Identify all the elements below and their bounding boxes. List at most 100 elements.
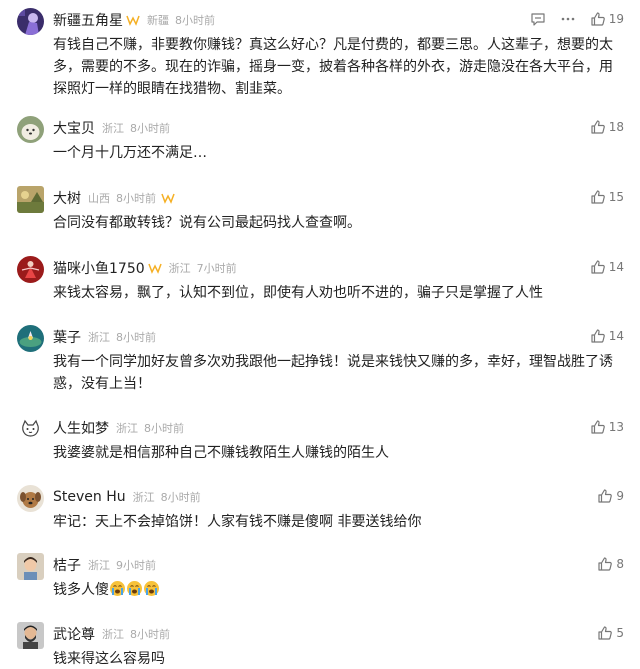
comment-item: 新疆五角星 新疆 8小时前 19 有钱自己不赚，非要教你赚钱？真这么好心？凡是付…	[0, 0, 640, 110]
brown-dog-avatar[interactable]	[17, 485, 44, 512]
landscape-avatar[interactable]	[17, 186, 44, 213]
thumbs-up-icon	[591, 329, 605, 343]
thumbs-up-icon	[598, 626, 613, 640]
comment-actions: 15	[590, 187, 624, 207]
like-button[interactable]: 8	[597, 556, 624, 572]
like-count: 18	[608, 120, 624, 134]
username[interactable]: 大树	[53, 188, 81, 208]
like-count: 14	[608, 260, 624, 274]
location: 浙江	[88, 559, 110, 572]
location: 浙江	[168, 262, 191, 275]
like-button[interactable]: 5	[597, 625, 624, 641]
username[interactable]: 猫咪小鱼1750	[53, 258, 145, 278]
comment-header: 桔子 浙江 9小时前	[53, 554, 156, 576]
vip-badge-icon	[126, 15, 140, 26]
comment-item: 葉子 浙江 8小时前 14 我有一个同学加好友曾多次劝我跟他一起挣钱！说是来钱快…	[0, 317, 640, 409]
like-count: 19	[608, 12, 624, 26]
comment-actions: 14	[590, 326, 624, 346]
username[interactable]: 葉子	[53, 327, 81, 347]
comment-header: 猫咪小鱼1750 浙江 7小时前	[53, 257, 237, 279]
comment-header: Steven Hu 浙江 8小时前	[53, 486, 201, 508]
comment-item: 人生如梦 浙江 8小时前 13 我婆婆就是相信那种自己不赚钱教陌生人赚钱的陌生人	[0, 408, 640, 480]
location: 浙江	[132, 491, 155, 504]
comment-actions: 8	[597, 554, 624, 574]
location: 浙江	[102, 628, 124, 641]
child-photo-avatar[interactable]	[17, 553, 44, 580]
vip-badge-icon	[147, 263, 162, 274]
comment-actions: 5	[597, 623, 624, 643]
timestamp: 8小时前	[116, 192, 156, 205]
comment-item: Steven Hu 浙江 8小时前 9 牢记：天上不会掉馅饼！人家有钱不赚是傻啊…	[0, 477, 640, 547]
thumbs-up-icon	[591, 12, 605, 26]
comment-list: 新疆五角星 新疆 8小时前 19 有钱自己不赚，非要教你赚钱？真这么好心？凡是付…	[0, 0, 640, 669]
thumbs-up-icon	[598, 489, 613, 503]
more-dots-icon[interactable]	[560, 11, 576, 27]
red-dancer-avatar[interactable]	[17, 256, 44, 283]
comment-text: 钱多人傻	[53, 579, 623, 601]
thumbs-up-icon	[598, 557, 613, 571]
comment-text: 我有一个同学加好友曾多次劝我跟他一起挣钱！说是来钱快又赚的多，幸好，理智战胜了诱…	[53, 354, 613, 392]
timestamp: 8小时前	[160, 491, 201, 504]
like-button[interactable]: 18	[590, 119, 624, 135]
comment-item: 大宝贝 浙江 8小时前 18 一个月十几万还不满足…	[0, 108, 640, 178]
location: 浙江	[102, 122, 124, 135]
comment-header: 大宝贝 浙江 8小时前	[53, 117, 170, 139]
username[interactable]: 武论尊	[53, 624, 95, 644]
white-puppy-avatar[interactable]	[17, 116, 44, 143]
like-count: 8	[616, 557, 624, 571]
like-count: 5	[616, 626, 624, 640]
comment-actions: 14	[590, 257, 624, 277]
like-button[interactable]: 19	[590, 11, 624, 27]
crying-face-emoji	[144, 581, 159, 596]
vip-badge-icon	[161, 193, 175, 204]
location: 浙江	[116, 422, 138, 435]
comment-header: 葉子 浙江 8小时前	[53, 326, 156, 348]
username[interactable]: 大宝贝	[53, 118, 95, 138]
comment-header: 大树 山西 8小时前	[53, 187, 175, 209]
comment-actions: 19	[516, 9, 624, 29]
comment-item: 猫咪小鱼1750 浙江 7小时前 14 来钱太容易，飘了，认知不到位，即使有人劝…	[0, 248, 640, 318]
timestamp: 8小时前	[130, 628, 170, 641]
location: 山西	[88, 192, 110, 205]
comment-bubble-icon[interactable]	[530, 11, 546, 27]
comment-header: 新疆五角星 新疆 8小时前	[53, 9, 215, 31]
like-button[interactable]: 14	[590, 328, 624, 344]
comment-actions: 9	[597, 486, 624, 506]
location: 新疆	[147, 14, 169, 27]
purple-figure-avatar[interactable]	[17, 8, 44, 35]
comment-text-content: 钱多人傻	[53, 582, 109, 598]
like-button[interactable]: 15	[590, 189, 624, 205]
cartoon-cat-avatar[interactable]	[17, 416, 44, 443]
timestamp: 8小时前	[144, 422, 184, 435]
location: 浙江	[88, 331, 110, 344]
timestamp: 8小时前	[130, 122, 170, 135]
comment-actions: 13	[590, 417, 624, 437]
username[interactable]: Steven Hu	[53, 489, 126, 505]
thumbs-up-icon	[591, 120, 605, 134]
username[interactable]: 新疆五角星	[53, 10, 123, 30]
thumbs-up-icon	[591, 420, 605, 434]
comment-text: 牢记：天上不会掉馅饼！人家有钱不赚是傻啊 非要送钱给你	[53, 514, 422, 530]
comment-item: 大树 山西 8小时前 15 合同没有都敢转钱？说有公司最起码找人查查啊。	[0, 178, 640, 248]
like-button[interactable]: 14	[590, 259, 624, 275]
comment-text: 钱来得这么容易吗	[53, 651, 165, 667]
comment-item: 桔子 浙江 9小时前 8 钱多人傻	[0, 545, 640, 617]
timestamp: 8小时前	[116, 331, 156, 344]
like-button[interactable]: 9	[597, 488, 624, 504]
timestamp: 7小时前	[196, 262, 237, 275]
username[interactable]: 桔子	[53, 555, 81, 575]
comment-header: 武论尊 浙江 8小时前	[53, 623, 170, 645]
timestamp: 9小时前	[116, 559, 156, 572]
water-lily-avatar[interactable]	[17, 325, 44, 352]
bearded-man-avatar[interactable]	[17, 622, 44, 649]
like-count: 15	[608, 190, 624, 204]
like-button[interactable]: 13	[590, 419, 624, 435]
comment-item: 武论尊 浙江 8小时前 5 钱来得这么容易吗	[0, 614, 640, 669]
comment-actions: 18	[590, 117, 624, 137]
comment-text: 有钱自己不赚，非要教你赚钱？真这么好心？凡是付费的，都要三思。人这辈子，想要的太…	[53, 37, 613, 97]
timestamp: 8小时前	[175, 14, 215, 27]
username[interactable]: 人生如梦	[53, 418, 109, 438]
like-count: 13	[608, 420, 624, 434]
comment-text: 来钱太容易，飘了，认知不到位，即使有人劝也听不进的，骗子只是掌握了人性	[53, 285, 543, 301]
thumbs-up-icon	[591, 190, 605, 204]
